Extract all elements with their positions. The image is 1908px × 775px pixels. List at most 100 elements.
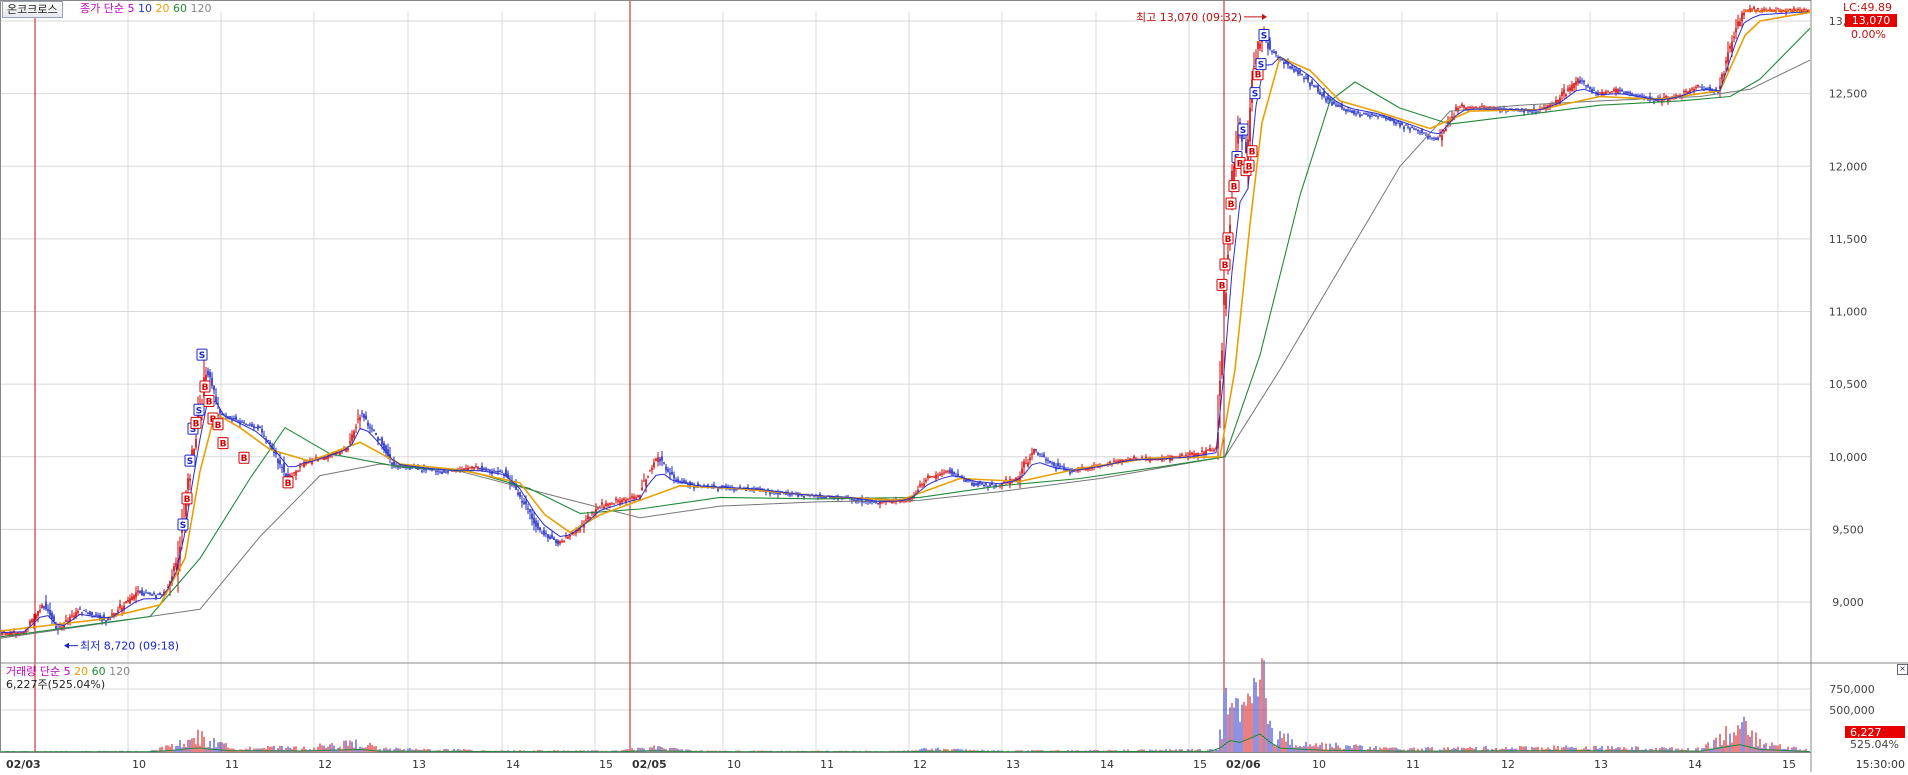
candle-body	[1049, 460, 1051, 464]
candle-body	[619, 500, 621, 504]
candle-body	[297, 470, 299, 472]
candle-body	[1119, 460, 1121, 462]
chart-window: SBSSBSSBBBBBBBBBBBBSBSBBBSBSS 9,0009,500…	[0, 0, 1908, 772]
candle-body	[671, 471, 673, 475]
candle-body	[1297, 70, 1299, 75]
candle-body	[629, 497, 631, 499]
candle-body	[1471, 107, 1473, 109]
candle-body	[1351, 110, 1353, 113]
candle-body	[131, 596, 133, 601]
candle-body	[981, 483, 983, 485]
candle-body	[1213, 449, 1215, 452]
svg-text:S: S	[187, 457, 193, 467]
candle-body	[669, 472, 671, 475]
candle-body	[85, 611, 87, 613]
candle-body	[1185, 454, 1187, 456]
candle-body	[645, 479, 647, 487]
candle-body	[965, 479, 967, 482]
sell-signal-marker: S	[184, 454, 196, 467]
candle-body	[429, 469, 431, 471]
candle-body	[1249, 107, 1251, 142]
candle-body	[351, 434, 353, 441]
candle-body	[129, 598, 131, 604]
x-tick-label: 10	[1312, 758, 1326, 771]
candle-body	[153, 592, 155, 595]
stock-name-button[interactable]: 온코크로스	[2, 1, 63, 18]
candle-body	[497, 470, 499, 473]
candle-body	[1281, 59, 1283, 61]
volume-panel-close-icon[interactable]: ×	[1897, 664, 1908, 675]
candle-body	[1035, 448, 1037, 451]
candle-body	[717, 488, 719, 491]
y-tick-label: 10,000	[1829, 451, 1868, 464]
candle-body	[1475, 107, 1477, 109]
candle-body	[1335, 104, 1337, 106]
candle-body	[1395, 122, 1397, 125]
price-legend-ma5: 5	[127, 2, 135, 15]
candle-body	[1317, 85, 1319, 92]
candle-body	[37, 610, 39, 617]
candle-body	[479, 467, 481, 470]
svg-text:B: B	[220, 440, 227, 450]
candle-body	[371, 428, 373, 430]
candle-body	[1561, 92, 1563, 96]
candle-body	[339, 452, 341, 455]
low-annotation: 최저 8,720 (09:18)	[80, 640, 179, 653]
candle-body	[1269, 40, 1271, 50]
candle-body	[949, 469, 951, 473]
candle-body	[1209, 448, 1211, 452]
candle-body	[1381, 116, 1383, 118]
candle-body	[935, 474, 937, 479]
candle-body	[1037, 452, 1039, 456]
candle-body	[1129, 458, 1131, 460]
svg-text:B: B	[1249, 148, 1256, 158]
candle-body	[1575, 81, 1577, 86]
x-tick-label: 11	[1406, 758, 1420, 771]
x-tick-label: 12	[1501, 758, 1515, 771]
candle-body	[353, 431, 355, 438]
candle-body	[1707, 88, 1709, 90]
candle-body	[1417, 129, 1419, 132]
svg-text:B: B	[184, 495, 191, 505]
volume-tick-label: 750,000	[1829, 683, 1875, 696]
candle-body	[1189, 453, 1191, 455]
candle-body	[1211, 450, 1213, 452]
svg-text:S: S	[1240, 126, 1246, 136]
candlestick-chart[interactable]: SBSSBSSBBBBBBBBBBBBSBSBBBSBSS 9,0009,500…	[0, 0, 1908, 772]
candle-body	[641, 487, 643, 491]
candle-body	[53, 616, 55, 622]
svg-text:S: S	[180, 521, 186, 531]
candle-body	[1113, 460, 1115, 462]
candle-body	[1043, 454, 1045, 457]
candle-body	[1441, 135, 1443, 141]
candle-body	[409, 468, 411, 470]
candle-body	[1289, 66, 1291, 69]
candle-body	[1059, 465, 1061, 468]
candle-body	[435, 470, 437, 473]
candle-body	[1615, 88, 1617, 93]
candle-body	[1307, 75, 1309, 81]
volume-legend-type: 단순	[39, 665, 61, 678]
candle-body	[1023, 461, 1025, 468]
sell-signal-marker: S	[177, 518, 189, 531]
candle-body	[1133, 456, 1135, 459]
candle-body	[983, 485, 985, 487]
buy-signal-marker: B	[1246, 145, 1258, 158]
candle-body	[1569, 87, 1571, 91]
candle-body	[447, 471, 449, 473]
candle-body	[789, 493, 791, 496]
candle-body	[471, 466, 473, 469]
candle-body	[1571, 84, 1573, 92]
svg-text:B: B	[206, 398, 213, 408]
candle-body	[1031, 453, 1033, 456]
candle-body	[821, 497, 823, 499]
candle-body	[1033, 449, 1035, 454]
svg-text:B: B	[1231, 183, 1238, 193]
candle-body	[251, 424, 253, 427]
candle-body	[1405, 124, 1407, 126]
candle-body	[1339, 105, 1341, 107]
candle-body	[973, 482, 975, 486]
candle-body	[921, 484, 923, 486]
candle-body	[95, 614, 97, 616]
candle-body	[1039, 453, 1041, 455]
